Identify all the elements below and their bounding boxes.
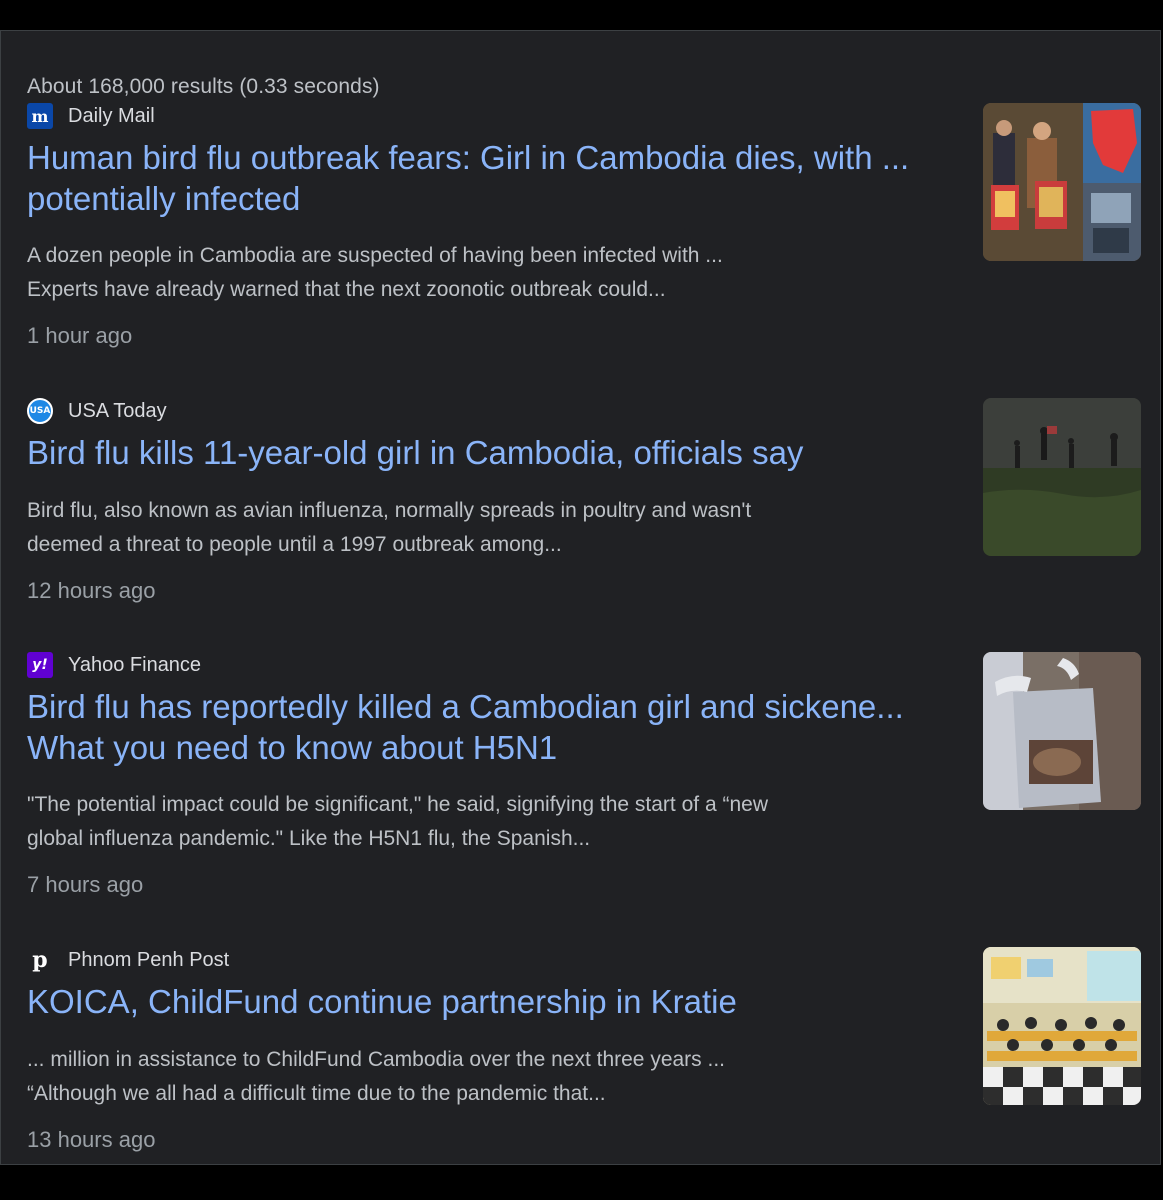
news-result: p Phnom Penh Post KOICA, ChildFund conti…	[27, 947, 1147, 1187]
source-row[interactable]: m Daily Mail	[27, 103, 155, 129]
snippet-line: ... million in assistance to ChildFund C…	[27, 1048, 726, 1071]
result-time: 13 hours ago	[27, 1127, 156, 1152]
source-row[interactable]: y! Yahoo Finance	[27, 652, 201, 678]
phnom-penh-post-logo-icon: p	[27, 947, 53, 973]
result-snippet: A dozen people in Cambodia are suspected…	[27, 239, 907, 307]
thumbnail-image	[983, 398, 1141, 556]
snippet-line: "The potential impact could be significa…	[27, 793, 768, 816]
snippet-line: “Although we all had a difficult time du…	[27, 1082, 606, 1105]
result-time: 12 hours ago	[27, 578, 156, 603]
thumbnail-image	[983, 652, 1141, 810]
title-line: potentially infected	[27, 180, 301, 217]
usa-today-logo-icon: USA	[27, 398, 53, 424]
source-row[interactable]: USA USA Today	[27, 398, 167, 424]
result-thumbnail[interactable]	[983, 947, 1141, 1105]
results-panel: About 168,000 results (0.33 seconds) m D…	[0, 30, 1161, 1165]
snippet-line: deemed a threat to people until a 1997 o…	[27, 533, 562, 556]
source-name: Phnom Penh Post	[68, 948, 230, 971]
result-thumbnail[interactable]	[983, 652, 1141, 810]
result-snippet: ... million in assistance to ChildFund C…	[27, 1043, 907, 1111]
title-line: Bird flu has reportedly killed a Cambodi…	[27, 688, 904, 725]
result-title-link[interactable]: KOICA, ChildFund continue partnership in…	[27, 981, 957, 1022]
source-row[interactable]: p Phnom Penh Post	[27, 947, 229, 973]
snippet-line: Bird flu, also known as avian influenza,…	[27, 499, 752, 522]
daily-mail-logo-icon: m	[27, 103, 53, 129]
source-name: Yahoo Finance	[68, 653, 202, 676]
result-time: 7 hours ago	[27, 872, 144, 897]
result-snippet: "The potential impact could be significa…	[27, 788, 907, 856]
title-line: KOICA, ChildFund continue partnership in…	[27, 983, 737, 1020]
news-result: m Daily Mail Human bird flu outbreak fea…	[27, 103, 1147, 348]
news-result: USA USA Today Bird flu kills 11-year-old…	[27, 398, 1147, 638]
snippet-line: A dozen people in Cambodia are suspected…	[27, 244, 723, 267]
result-title-link[interactable]: Human bird flu outbreak fears: Girl in C…	[27, 137, 957, 219]
source-name: Daily Mail	[68, 104, 155, 127]
snippet-line: Experts have already warned that the nex…	[27, 278, 666, 301]
yahoo-logo-icon: y!	[27, 652, 53, 678]
result-snippet: Bird flu, also known as avian influenza,…	[27, 494, 907, 562]
title-line: Human bird flu outbreak fears: Girl in C…	[27, 139, 910, 176]
snippet-line: global influenza pandemic." Like the H5N…	[27, 827, 591, 850]
title-line: What you need to know about H5N1	[27, 729, 558, 766]
result-title-link[interactable]: Bird flu has reportedly killed a Cambodi…	[27, 686, 957, 768]
thumbnail-image	[983, 947, 1141, 1105]
source-name: USA Today	[68, 399, 167, 422]
result-time: 1 hour ago	[27, 323, 133, 348]
results-stats: About 168,000 results (0.33 seconds)	[27, 75, 380, 98]
result-thumbnail[interactable]	[983, 103, 1141, 261]
result-title-link[interactable]: Bird flu kills 11-year-old girl in Cambo…	[27, 432, 957, 473]
thumbnail-image	[983, 103, 1141, 261]
result-thumbnail[interactable]	[983, 398, 1141, 556]
news-result: y! Yahoo Finance Bird flu has reportedly…	[27, 652, 1147, 897]
title-line: Bird flu kills 11-year-old girl in Cambo…	[27, 434, 804, 471]
